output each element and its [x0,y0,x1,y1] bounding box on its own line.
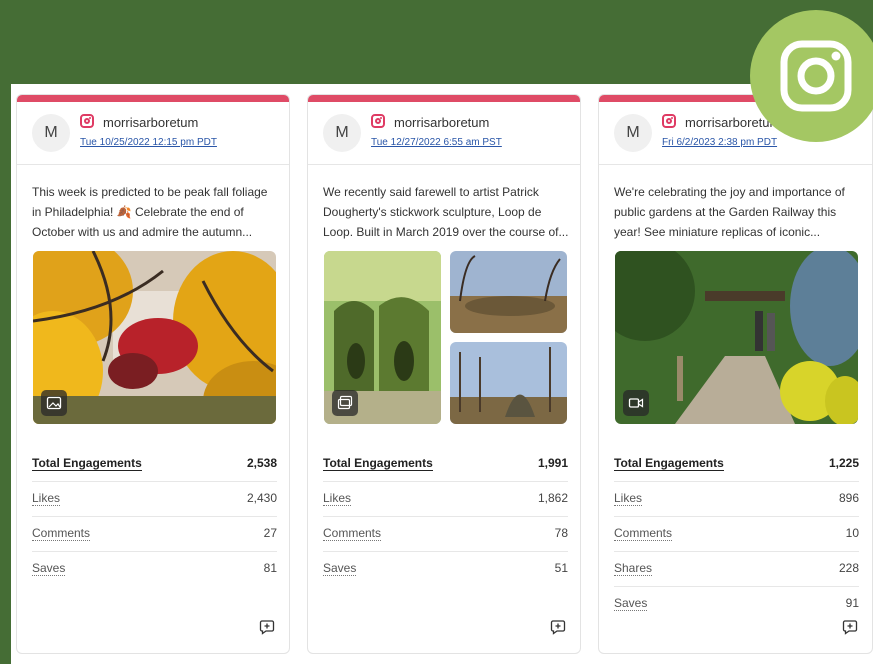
metric-row: Total Engagements 2,538 [32,447,277,482]
post-card[interactable]: M morrisarboretum Fri 6/2/2023 2:38 pm P… [598,94,873,654]
instagram-icon [371,114,385,128]
image-icon [41,390,67,416]
metric-value: 27 [263,526,277,540]
instagram-icon [80,114,94,128]
video-icon [623,390,649,416]
divider [308,164,580,165]
metric-row: Shares 228 [614,552,859,587]
instagram-badge [750,10,873,142]
engagement-metrics: Total Engagements 1,225 Likes 896 Commen… [614,447,859,622]
divider [17,164,289,165]
gallery-photo[interactable] [450,251,567,333]
metric-row: Likes 1,862 [323,482,568,517]
metric-label[interactable]: Saves [32,561,66,576]
metric-label[interactable]: Total Engagements [323,456,433,471]
card-accent-bar [17,95,289,102]
metric-label[interactable]: Likes [32,491,61,506]
engagement-metrics: Total Engagements 1,991 Likes 1,862 Comm… [323,447,568,587]
post-caption: This week is predicted to be peak fall f… [32,185,268,239]
metric-value: 2,430 [246,491,277,505]
add-comment-icon[interactable] [842,619,858,635]
avatar: M [614,114,652,152]
metric-row: Total Engagements 1,225 [614,447,859,482]
post-date-link[interactable]: Tue 10/25/2022 12:15 pm PDT [80,137,217,148]
metric-label[interactable]: Likes [323,491,352,506]
metric-label[interactable]: Likes [614,491,643,506]
post-photo[interactable] [615,251,858,424]
gallery-icon [332,390,358,416]
garden-railway-photo [615,251,858,424]
metric-label[interactable]: Total Engagements [614,456,724,471]
post-caption: We're celebrating the joy and importance… [614,185,845,239]
metric-value: 51 [554,561,568,575]
metric-value: 10 [845,526,859,540]
avatar: M [32,114,70,152]
post-card[interactable]: M morrisarboretum Tue 12/27/2022 6:55 am… [307,94,581,654]
account-name: morrisarboretum [103,115,199,130]
metric-value: 1,225 [828,456,859,470]
metric-label[interactable]: Saves [614,596,648,611]
metric-row: Total Engagements 1,991 [323,447,568,482]
metric-value: 1,991 [537,456,568,470]
avatar: M [323,114,361,152]
card-accent-bar [308,95,580,102]
metric-label[interactable]: Total Engagements [32,456,142,471]
divider [599,164,872,165]
metric-row: Comments 27 [32,517,277,552]
gallery-photo[interactable] [450,342,567,424]
post-photo[interactable] [33,251,276,424]
post-photo[interactable] [324,251,441,424]
metric-row: Saves 51 [323,552,568,587]
metric-value: 2,538 [246,456,277,470]
metric-row: Likes 896 [614,482,859,517]
metric-row: Comments 78 [323,517,568,552]
metric-row: Saves 91 [614,587,859,622]
metric-label[interactable]: Saves [323,561,357,576]
metric-row: Likes 2,430 [32,482,277,517]
metric-label[interactable]: Comments [614,526,673,541]
add-comment-icon[interactable] [550,619,566,635]
metric-value: 1,862 [537,491,568,505]
add-comment-icon[interactable] [259,619,275,635]
instagram-icon [780,40,852,112]
metric-row: Saves 81 [32,552,277,587]
metric-value: 896 [838,491,859,505]
engagement-metrics: Total Engagements 2,538 Likes 2,430 Comm… [32,447,277,587]
instagram-icon [662,114,676,128]
metric-row: Comments 10 [614,517,859,552]
account-name: morrisarboretum [394,115,490,130]
post-card[interactable]: M morrisarboretum Tue 10/25/2022 12:15 p… [16,94,290,654]
post-date-link[interactable]: Tue 12/27/2022 6:55 am PST [371,137,502,148]
metric-label[interactable]: Shares [614,561,653,576]
metric-value: 78 [554,526,568,540]
post-caption: We recently said farewell to artist Patr… [323,185,568,239]
metric-label[interactable]: Comments [323,526,382,541]
metric-value: 81 [263,561,277,575]
metric-label[interactable]: Comments [32,526,91,541]
fall-foliage-photo [33,251,276,424]
metric-value: 228 [838,561,859,575]
metric-value: 91 [845,596,859,610]
